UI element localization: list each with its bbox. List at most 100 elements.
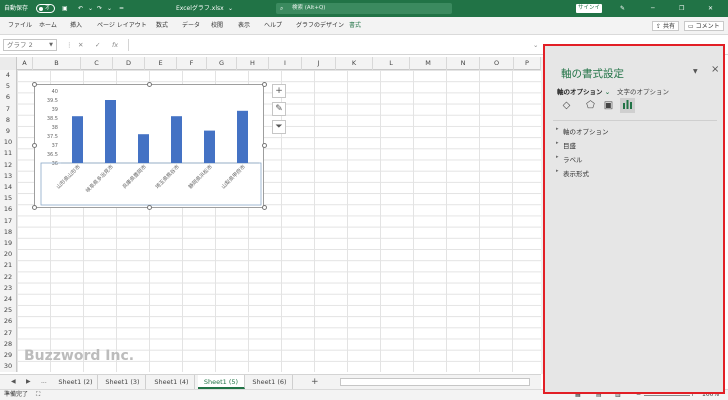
pen-icon[interactable]: ✎	[620, 0, 625, 17]
customize-qat-icon[interactable]: =	[119, 0, 124, 17]
resize-handle[interactable]	[262, 205, 267, 210]
add-sheet-button[interactable]: +	[311, 375, 319, 389]
column-header[interactable]: B	[33, 57, 81, 70]
row-header[interactable]: 6	[0, 92, 17, 104]
size-icon[interactable]: ▣	[601, 98, 616, 113]
select-all-corner[interactable]	[0, 57, 17, 70]
tab-text-options[interactable]: 文字のオプション	[617, 86, 669, 96]
row-header[interactable]: 21	[0, 260, 17, 272]
sheet-tab[interactable]: Sheet1 (6)	[247, 375, 293, 389]
tab-chart-design[interactable]: グラフのデザイン	[296, 17, 344, 34]
sheet-overflow-button[interactable]: ...	[41, 375, 47, 389]
row-header[interactable]: 9	[0, 126, 17, 138]
sheet-tab[interactable]: Sheet1 (3)	[100, 375, 146, 389]
accessibility-icon[interactable]: ⛶	[36, 390, 40, 400]
chart-icon[interactable]	[620, 98, 635, 113]
tab-help[interactable]: ヘルプ	[264, 17, 282, 34]
column-header[interactable]: L	[373, 57, 410, 70]
insert-function-icon[interactable]: fx	[112, 39, 118, 51]
tab-review[interactable]: 校閲	[211, 17, 223, 34]
row-header[interactable]: 22	[0, 271, 17, 283]
column-header[interactable]: P	[514, 57, 541, 70]
tab-insert[interactable]: 挿入	[70, 17, 82, 34]
column-header[interactable]: H	[237, 57, 269, 70]
redo-icon[interactable]: ↷	[97, 0, 102, 17]
bar[interactable]	[171, 116, 182, 163]
pentagon-icon[interactable]: ⬠	[583, 98, 598, 113]
column-header[interactable]: E	[145, 57, 177, 70]
row-header[interactable]: 28	[0, 338, 17, 350]
bar[interactable]	[138, 134, 149, 163]
resize-handle[interactable]	[32, 205, 37, 210]
row-header[interactable]: 15	[0, 193, 17, 205]
chart-filters-button[interactable]: ⏷	[272, 120, 286, 134]
close-icon[interactable]: ✕	[708, 0, 713, 17]
sheet-nav-right-icon[interactable]: ▶	[26, 375, 31, 389]
pane-options-dropdown-icon[interactable]: ▼	[693, 68, 698, 75]
row-header[interactable]: 7	[0, 103, 17, 115]
tab-file[interactable]: ファイル	[8, 17, 32, 34]
column-header[interactable]: A	[17, 57, 33, 70]
column-header[interactable]: G	[207, 57, 237, 70]
bar[interactable]	[204, 130, 215, 163]
fill-icon[interactable]: ◇	[559, 98, 574, 113]
row-header[interactable]: 19	[0, 238, 17, 250]
zoom-slider[interactable]	[644, 395, 690, 396]
tab-format[interactable]: 書式	[349, 17, 361, 34]
resize-handle[interactable]	[147, 82, 152, 87]
column-header[interactable]: C	[81, 57, 113, 70]
restore-icon[interactable]: ❐	[679, 0, 684, 17]
row-header[interactable]: 14	[0, 182, 17, 194]
autosave-toggle[interactable]: オフ	[36, 4, 55, 26]
resize-handle[interactable]	[32, 143, 37, 148]
row-header[interactable]: 18	[0, 226, 17, 238]
tab-page-layout[interactable]: ページ レイアウト	[97, 17, 147, 34]
share-button[interactable]: ⇪ 共有	[652, 21, 679, 31]
column-header[interactable]: N	[447, 57, 480, 70]
horizontal-scrollbar[interactable]	[340, 378, 530, 386]
signin-button[interactable]: サインイン	[576, 4, 602, 20]
column-header[interactable]: F	[177, 57, 207, 70]
row-header[interactable]: 23	[0, 282, 17, 294]
row-header[interactable]: 20	[0, 249, 17, 261]
resize-handle[interactable]	[262, 82, 267, 87]
row-header[interactable]: 29	[0, 350, 17, 362]
section-number[interactable]: ▸ 表示形式	[556, 168, 589, 178]
tab-home[interactable]: ホーム	[39, 17, 57, 34]
save-icon[interactable]: ▣	[62, 0, 68, 17]
redo-dropdown-icon[interactable]: ⌄	[107, 0, 112, 17]
name-box[interactable]: グラフ 2 ▼	[3, 39, 57, 51]
tab-view[interactable]: 表示	[238, 17, 250, 34]
section-tick-marks[interactable]: ▸ 目盛	[556, 140, 576, 150]
column-header[interactable]: D	[113, 57, 145, 70]
chart-elements-button[interactable]: +	[272, 84, 286, 98]
row-header[interactable]: 16	[0, 204, 17, 216]
bar-chart[interactable]: 40 39.5 39 38.5 38 37.5 37 36.5 36 山形県山形市 岐阜県多治見市兵…	[34, 84, 264, 208]
row-header[interactable]: 12	[0, 159, 17, 171]
column-header[interactable]: J	[302, 57, 336, 70]
cancel-icon[interactable]: ✕	[78, 39, 83, 51]
sheet-tab[interactable]: Sheet1 (2)	[54, 375, 98, 389]
sheet-nav-left-icon[interactable]: ◀	[11, 375, 16, 389]
comment-button[interactable]: ▭ コメント	[684, 21, 724, 31]
expand-formula-icon[interactable]: ⌄	[533, 39, 538, 51]
row-header[interactable]: 26	[0, 316, 17, 328]
column-header[interactable]: M	[410, 57, 447, 70]
row-header[interactable]: 25	[0, 305, 17, 317]
chevron-down-icon[interactable]: ▼	[49, 40, 53, 51]
column-header[interactable]: I	[269, 57, 302, 70]
enter-icon[interactable]: ✓	[95, 39, 100, 51]
tab-formulas[interactable]: 数式	[156, 17, 168, 34]
filename-dropdown-icon[interactable]: ⌄	[228, 0, 233, 17]
close-icon[interactable]: ×	[711, 64, 719, 75]
row-header[interactable]: 5	[0, 81, 17, 93]
row-header[interactable]: 24	[0, 294, 17, 306]
sheet-tab-active[interactable]: Sheet1 (5)	[198, 375, 245, 389]
row-header[interactable]: 17	[0, 215, 17, 227]
column-header[interactable]: O	[480, 57, 514, 70]
minimize-icon[interactable]: ─	[651, 0, 655, 17]
bar[interactable]	[105, 100, 116, 163]
row-header[interactable]: 13	[0, 170, 17, 182]
row-header[interactable]: 10	[0, 137, 17, 149]
row-header[interactable]: 11	[0, 148, 17, 160]
